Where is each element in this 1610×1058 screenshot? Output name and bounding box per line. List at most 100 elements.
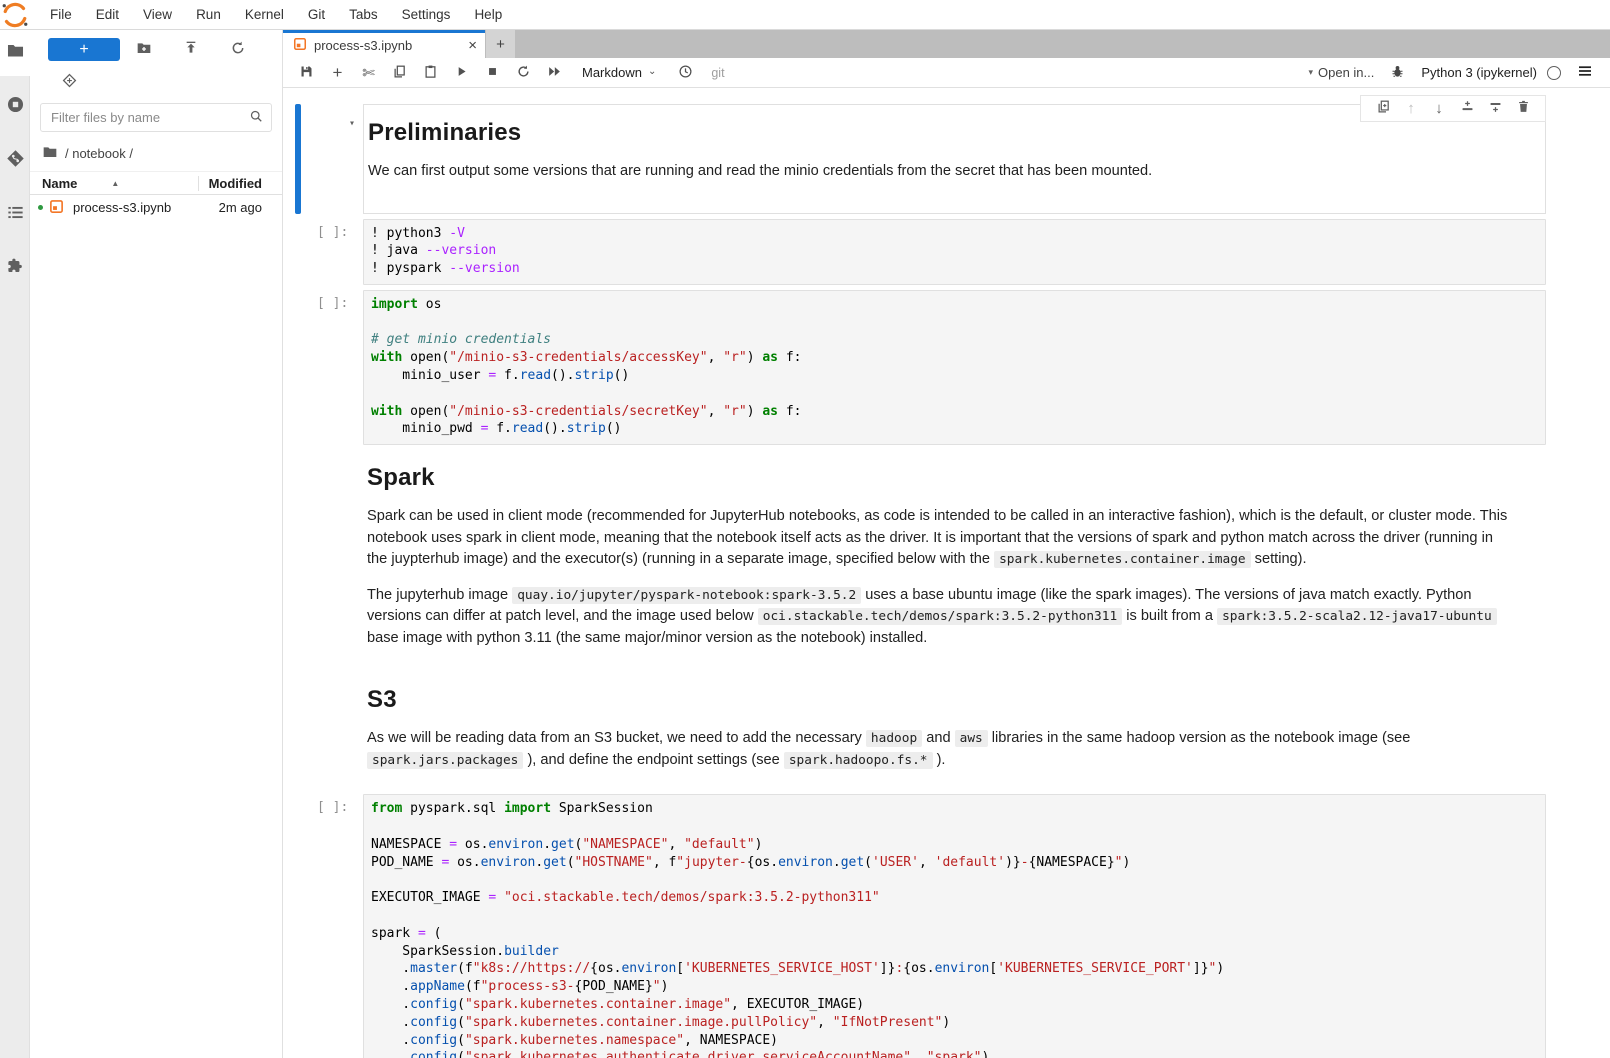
code-cell[interactable]: [ ]:import os # get minio credentialswit… <box>295 290 1546 445</box>
new-tab-button[interactable]: + <box>485 30 515 58</box>
duplicate-icon <box>1376 99 1391 118</box>
menu-item-kernel[interactable]: Kernel <box>233 3 296 26</box>
delete-cell-button[interactable] <box>1509 96 1537 121</box>
kernel-status-icon[interactable] <box>1547 66 1561 80</box>
menu-item-tabs[interactable]: Tabs <box>337 3 390 26</box>
move-up-button[interactable]: ↑ <box>1397 96 1425 121</box>
sidebar-tab-table-of-contents[interactable] <box>0 192 30 238</box>
run-icon <box>454 64 469 82</box>
insert-cell-button[interactable]: + <box>324 60 351 86</box>
run-cell-button[interactable] <box>448 60 475 86</box>
section-heading: Spark <box>367 464 1516 492</box>
git-status-label: git <box>711 66 724 80</box>
file-name: process-s3.ipynb <box>64 200 198 215</box>
stop-icon <box>485 64 500 82</box>
cut-cells-button[interactable]: ✄ <box>355 60 382 86</box>
code-cell[interactable]: [ ]:from pyspark.sql import SparkSession… <box>295 794 1546 1058</box>
markdown-paragraph: We can first output some versions that a… <box>368 161 1515 183</box>
move-down-button[interactable]: ↓ <box>1425 96 1453 121</box>
new-launcher-button[interactable]: + <box>48 38 120 61</box>
markdown-cell[interactable]: ▾ Preliminaries We can first output some v… <box>295 104 1546 214</box>
markdown-rendered[interactable]: Spark Spark can be used in client mode (r… <box>363 450 1546 667</box>
menu-item-help[interactable]: Help <box>462 3 514 26</box>
arrow-down-icon: ↓ <box>1435 100 1443 117</box>
git-clone-row <box>30 67 282 95</box>
sidebar-tab-file-browser[interactable] <box>0 30 30 76</box>
running-kernels-icon <box>6 95 25 119</box>
git-clone-button[interactable] <box>62 73 77 91</box>
cell-toolbar: ↑ ↓ <box>1360 95 1546 122</box>
notebook-file-icon <box>43 199 64 217</box>
save-button[interactable] <box>293 60 320 86</box>
refresh-icon <box>230 40 246 59</box>
restart-run-all-button[interactable] <box>541 60 568 86</box>
debugger-button[interactable] <box>1384 60 1411 86</box>
menu-item-git[interactable]: Git <box>296 3 337 26</box>
jupyterlab-app: FileEditViewRunKernelGitTabsSettingsHelp <box>0 0 1610 1058</box>
markdown-cell[interactable]: Spark Spark can be used in client mode (r… <box>295 450 1546 667</box>
breadcrumb[interactable]: / notebook / <box>30 138 282 171</box>
open-in-dropdown[interactable]: ▾ Open in... <box>1308 65 1374 80</box>
app-logo-icon <box>0 0 30 30</box>
panel-menu-button[interactable] <box>1571 60 1598 86</box>
code-editor[interactable]: ! python3 -V! java --version! pyspark --… <box>363 219 1546 285</box>
code-editor[interactable]: from pyspark.sql import SparkSession NAM… <box>363 794 1546 1058</box>
caret-down-icon: ▾ <box>1308 67 1313 78</box>
menu-item-file[interactable]: File <box>38 3 84 26</box>
table-of-contents-icon <box>6 203 25 227</box>
git-icon <box>6 149 25 173</box>
menu-item-settings[interactable]: Settings <box>390 3 463 26</box>
file-modified: 2m ago <box>198 200 282 215</box>
cell-prompt: [ ]: <box>301 219 363 285</box>
code-editor[interactable]: import os # get minio credentialswith op… <box>363 290 1546 445</box>
upload-button[interactable] <box>167 40 214 59</box>
cell-type-dropdown[interactable]: Markdown ⌄ <box>582 65 656 80</box>
code-cell[interactable]: [ ]:! python3 -V! java --version! pyspar… <box>295 219 1546 285</box>
kernel-name-label[interactable]: Python 3 (ipykernel) <box>1421 65 1537 80</box>
markdown-cell[interactable]: S3As we will be reading data from an S3 … <box>295 672 1546 789</box>
folder-icon <box>42 144 58 163</box>
filter-files-wrap <box>40 103 272 132</box>
menu-item-run[interactable]: Run <box>184 3 233 26</box>
new-folder-button[interactable] <box>120 40 167 59</box>
markdown-rendered[interactable]: S3As we will be reading data from an S3 … <box>363 672 1546 789</box>
insert-above-button[interactable] <box>1453 96 1481 121</box>
file-listing: process-s3.ipynb2m ago <box>30 195 282 220</box>
menu-item-view[interactable]: View <box>131 3 184 26</box>
bug-icon <box>1390 64 1405 82</box>
tab-process-s3[interactable]: process-s3.ipynb × <box>283 30 485 58</box>
fast-forward-icon <box>547 64 562 82</box>
cell-prompt: ▾ <box>301 104 363 214</box>
file-row[interactable]: process-s3.ipynb2m ago <box>30 195 282 220</box>
interrupt-kernel-button[interactable] <box>479 60 506 86</box>
markdown-paragraph: Spark can be used in client mode (recomm… <box>367 506 1516 571</box>
refresh-button[interactable] <box>214 40 261 59</box>
collapse-arrow-icon[interactable]: ▾ <box>349 118 355 129</box>
close-tab-icon[interactable]: × <box>468 38 477 53</box>
tab-bar: process-s3.ipynb × + <box>283 30 1610 58</box>
cell-prompt <box>301 450 363 667</box>
sidebar-tab-running-kernels[interactable] <box>0 84 30 130</box>
cut-icon: ✄ <box>362 64 375 82</box>
sidebar-tab-extension-manager[interactable] <box>0 246 30 292</box>
menu-items: FileEditViewRunKernelGitTabsSettingsHelp <box>38 3 514 26</box>
section-heading: Preliminaries <box>368 119 1515 147</box>
modified-column-header[interactable]: Modified <box>198 176 282 191</box>
save-icon <box>299 64 314 82</box>
insert-below-button[interactable] <box>1481 96 1509 121</box>
execution-time-button[interactable] <box>672 60 699 86</box>
sidebar-tab-git[interactable] <box>0 138 30 184</box>
insert-above-icon <box>1460 99 1475 118</box>
paste-cells-button[interactable] <box>417 60 444 86</box>
menu-item-edit[interactable]: Edit <box>84 3 131 26</box>
git-clone-icon <box>62 73 77 91</box>
filter-files-input[interactable] <box>40 103 272 132</box>
notebook-panel: process-s3.ipynb × + + ✄ Markdown ⌄ <box>283 30 1610 1058</box>
activity-bar <box>0 30 30 1058</box>
name-column-header[interactable]: Name ▲ <box>30 176 198 191</box>
duplicate-cell-button[interactable] <box>1369 96 1397 121</box>
file-browser-panel: + / not <box>30 30 283 1058</box>
restart-kernel-button[interactable] <box>510 60 537 86</box>
menu-bar: FileEditViewRunKernelGitTabsSettingsHelp <box>0 0 1610 30</box>
copy-cells-button[interactable] <box>386 60 413 86</box>
